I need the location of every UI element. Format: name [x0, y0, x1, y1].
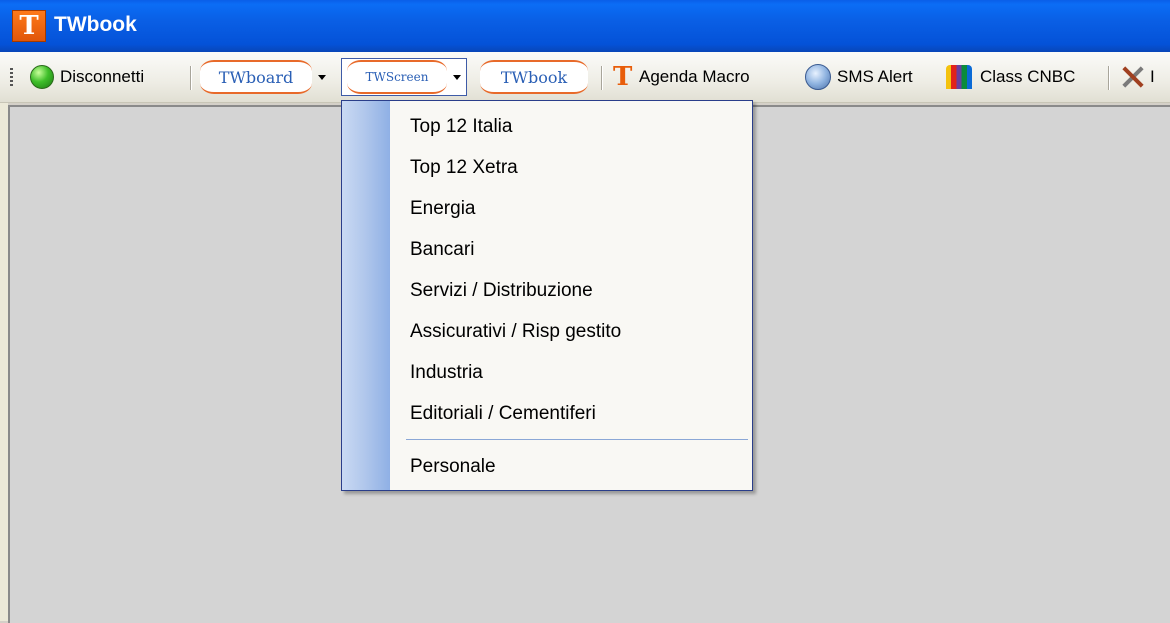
chevron-down-icon — [453, 74, 461, 80]
window-title: TWbook — [54, 13, 137, 36]
disconnect-button[interactable]: Disconnetti — [30, 52, 144, 102]
main-toolbar: Disconnetti TWboard TWScreen TWbook T Ag… — [0, 52, 1170, 103]
sms-alert-icon — [805, 64, 831, 90]
menu-item-personale[interactable]: Personale — [410, 452, 496, 482]
menu-item-servizi-distribuzione[interactable]: Servizi / Distribuzione — [410, 276, 593, 306]
class-cnbc-button[interactable]: Class CNBC — [946, 52, 1075, 102]
sms-alert-button[interactable]: SMS Alert — [805, 52, 913, 102]
menu-item-top12-xetra[interactable]: Top 12 Xetra — [410, 153, 518, 183]
title-bar: T TWbook — [0, 0, 1170, 52]
toolbar-separator — [190, 66, 191, 90]
tools-label: I — [1150, 67, 1155, 86]
disconnect-label: Disconnetti — [60, 67, 145, 86]
cnbc-peacock-icon — [946, 65, 972, 89]
twboard-dropdown-button[interactable]: TWboard — [200, 52, 326, 102]
menu-item-bancari[interactable]: Bancari — [410, 235, 474, 265]
twboard-logo: TWboard — [200, 60, 312, 94]
twscreen-dropdown-button[interactable]: TWScreen — [341, 52, 467, 102]
left-frame-strip — [0, 103, 8, 621]
toolbar-separator — [1108, 66, 1109, 90]
agenda-t-icon: T — [613, 62, 633, 92]
tools-icon — [1120, 64, 1146, 90]
sms-alert-label: SMS Alert — [837, 67, 913, 86]
toolbar-separator — [601, 66, 602, 90]
menu-item-editoriali-cementiferi[interactable]: Editoriali / Cementiferi — [410, 399, 596, 429]
menu-item-assicurativi[interactable]: Assicurativi / Risp gestito — [410, 317, 621, 347]
twbook-logo: TWbook — [480, 60, 588, 94]
class-cnbc-label: Class CNBC — [980, 67, 1076, 86]
chevron-down-icon — [318, 74, 326, 80]
menu-gutter — [342, 101, 390, 490]
connection-status-icon — [30, 65, 54, 89]
twscreen-dropdown-menu: Top 12 Italia Top 12 Xetra Energia Banca… — [341, 100, 753, 491]
menu-item-top12-italia[interactable]: Top 12 Italia — [410, 112, 512, 142]
agenda-macro-button[interactable]: T Agenda Macro — [613, 52, 750, 102]
agenda-macro-label: Agenda Macro — [639, 67, 750, 86]
menu-separator — [406, 439, 748, 440]
menu-item-energia[interactable]: Energia — [410, 194, 476, 224]
twscreen-pressed-frame: TWScreen — [341, 58, 467, 96]
twscreen-logo: TWScreen — [347, 60, 447, 94]
tools-button[interactable]: I — [1120, 52, 1155, 102]
toolbar-grip[interactable] — [10, 68, 13, 88]
app-logo-icon: T — [12, 10, 46, 42]
menu-item-industria[interactable]: Industria — [410, 358, 483, 388]
twbook-button[interactable]: TWbook — [480, 52, 588, 102]
